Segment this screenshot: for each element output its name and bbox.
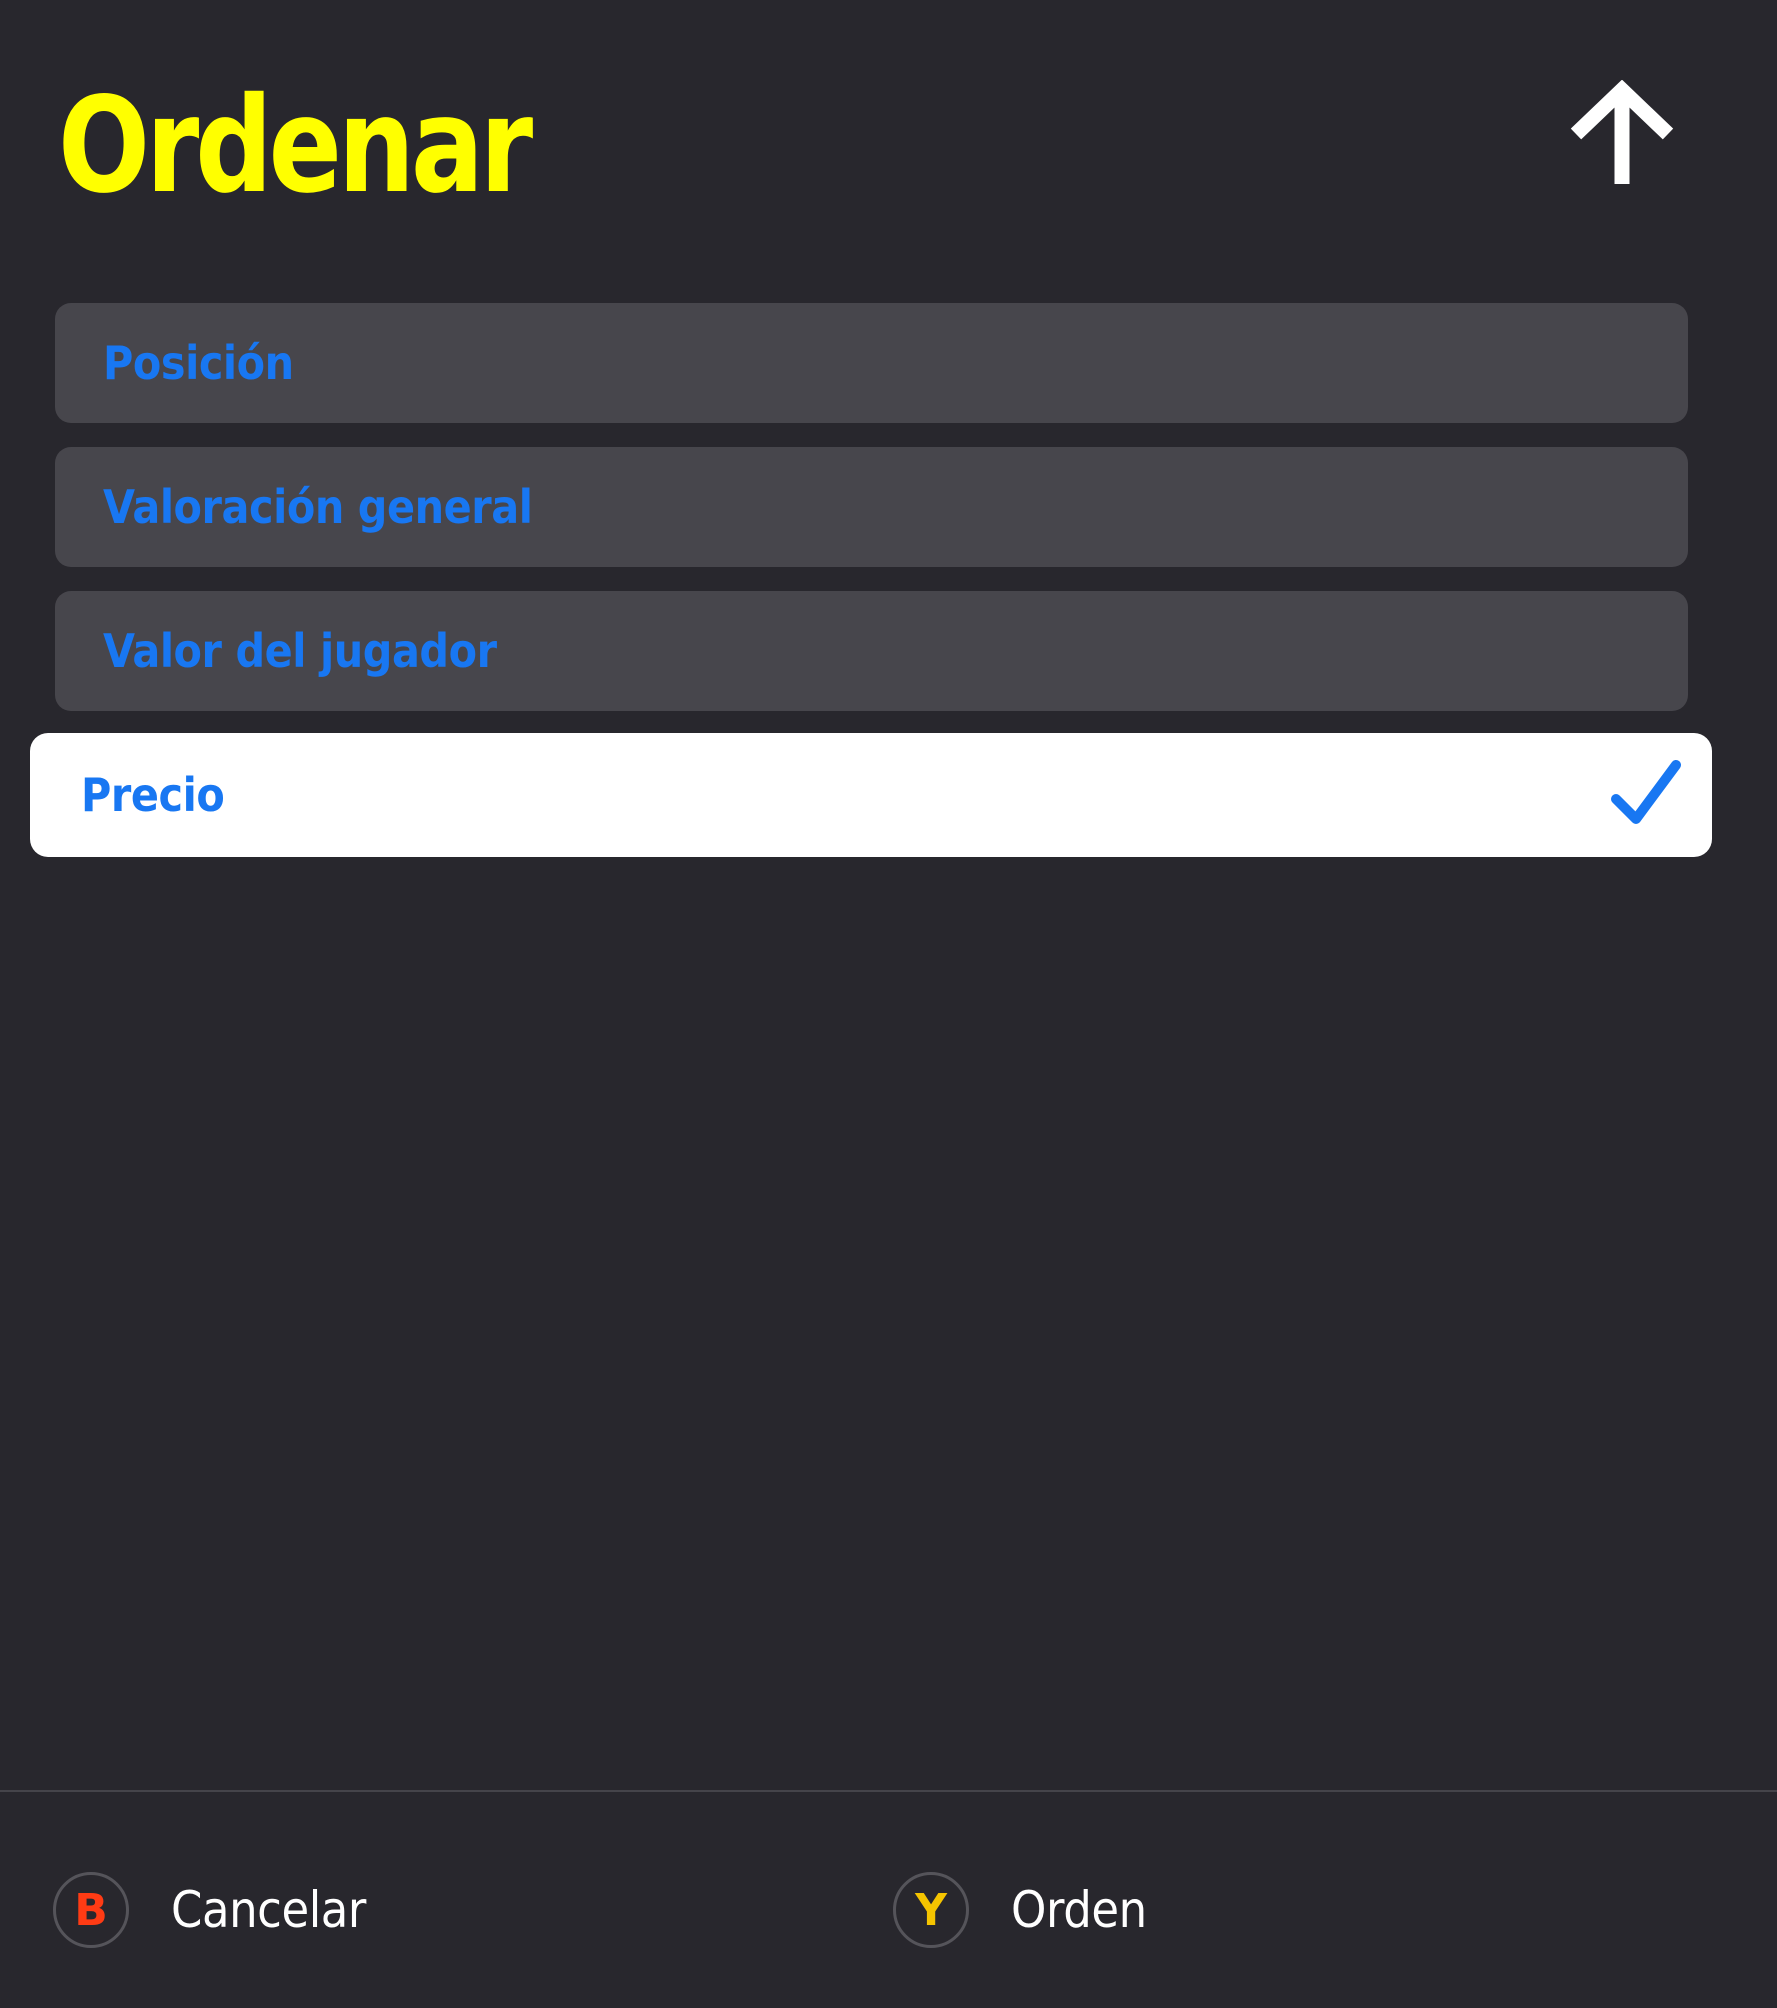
footer-divider [0,1790,1777,1792]
sort-option-posicion[interactable]: Posición [55,303,1688,423]
sort-option-label: Valoración general [103,480,533,534]
y-button-icon: Y [893,1872,969,1948]
sort-direction-button[interactable] [1568,80,1676,190]
page-title: Ordenar [58,69,533,223]
sort-option-label: Posición [103,336,294,390]
order-label: Orden [1011,1881,1147,1939]
cancel-button[interactable]: B Cancelar [53,1871,388,1949]
sort-option-precio[interactable]: Precio [30,733,1712,857]
sort-option-valoracion-general[interactable]: Valoración general [55,447,1688,567]
cancel-label: Cancelar [171,1881,366,1939]
sort-option-label: Valor del jugador [103,624,497,678]
order-button[interactable]: Y Orden [893,1871,1162,1949]
checkmark-icon [1610,759,1682,831]
b-button-icon: B [53,1872,129,1948]
sort-option-valor-del-jugador[interactable]: Valor del jugador [55,591,1688,711]
arrow-up-icon [1570,80,1674,184]
sort-option-label: Precio [81,768,225,822]
